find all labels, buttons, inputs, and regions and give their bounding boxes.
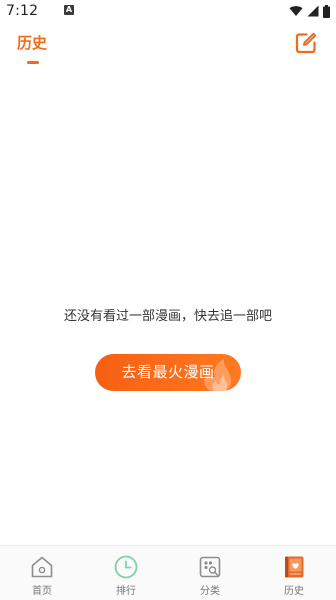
- nav-label-ranking: 排行: [116, 586, 136, 597]
- edit-icon: [295, 32, 317, 54]
- bottom-nav: 首页 排行 分类 历史: [0, 545, 336, 600]
- cta-label: 去看最火漫画: [121, 363, 215, 381]
- clock-icon: [114, 555, 138, 579]
- home-icon: [31, 556, 53, 578]
- status-bar: 7:12 A: [0, 0, 336, 24]
- empty-history-message: 还没有看过一部漫画，快去追一部吧: [63, 309, 272, 324]
- top-header: 历史: [0, 24, 336, 68]
- nav-label-history: 历史: [284, 586, 304, 597]
- tab-active-indicator: [27, 61, 39, 64]
- go-watch-popular-button[interactable]: 去看最火漫画: [95, 354, 241, 391]
- nav-item-home[interactable]: 首页: [0, 546, 84, 600]
- nav-label-home: 首页: [32, 586, 52, 597]
- battery-icon: [323, 4, 330, 18]
- history-book-icon: [285, 556, 304, 578]
- edit-button[interactable]: [294, 31, 318, 55]
- notification-a-icon: A: [64, 5, 74, 15]
- tab-history[interactable]: 历史: [17, 32, 47, 53]
- app-screen: 7:12 A 历史 还没有看过一部漫画，快去追一部吧 去看最火漫画 首页 排行 …: [0, 0, 336, 600]
- nav-label-category: 分类: [200, 586, 220, 597]
- status-time: 7:12: [6, 3, 39, 19]
- status-icons: [289, 4, 330, 18]
- nav-item-ranking[interactable]: 排行: [84, 546, 168, 600]
- nav-item-history[interactable]: 历史: [252, 546, 336, 600]
- nav-item-category[interactable]: 分类: [168, 546, 252, 600]
- signal-icon: [307, 5, 319, 17]
- wifi-icon: [289, 6, 303, 16]
- category-icon: [199, 556, 221, 578]
